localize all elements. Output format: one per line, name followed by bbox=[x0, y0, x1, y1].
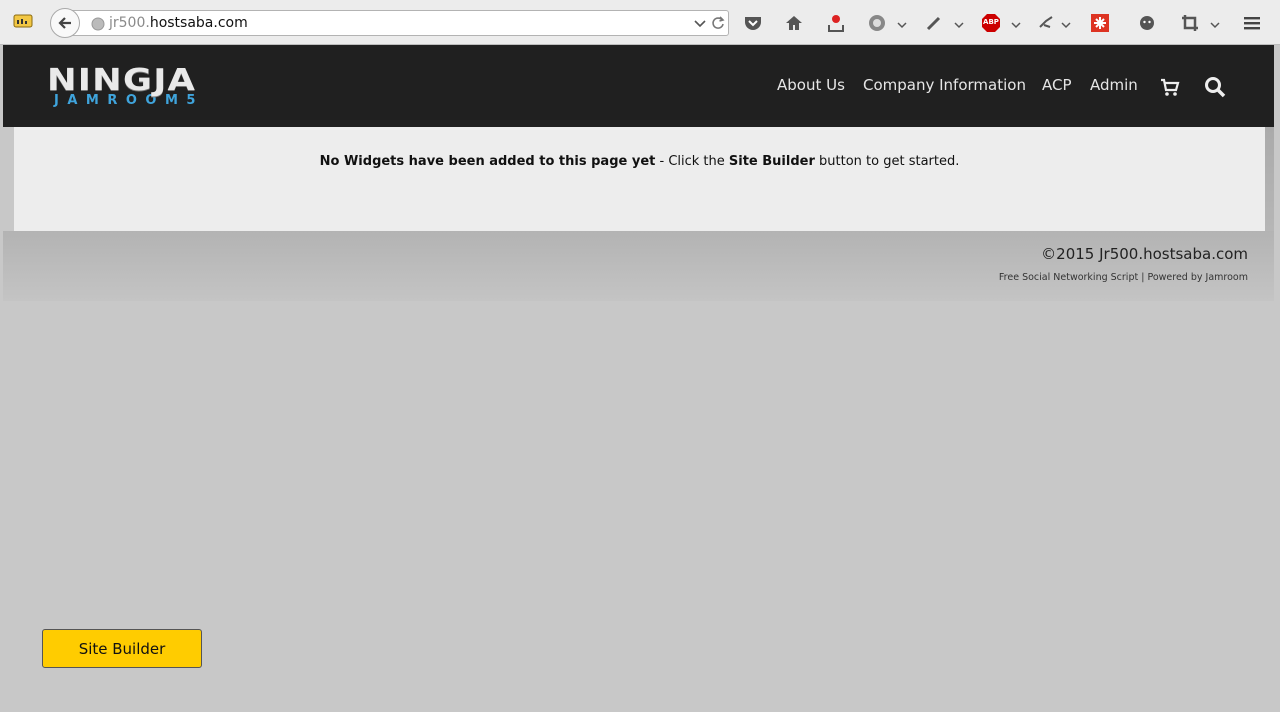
nav-admin[interactable]: Admin bbox=[1090, 76, 1138, 94]
footer-links: Free Social Networking Script | Powered … bbox=[999, 272, 1248, 283]
no-widgets-notice: No Widgets have been added to this page … bbox=[14, 154, 1265, 169]
footer-link-social[interactable]: Free Social Networking Script bbox=[999, 272, 1138, 283]
nav-company-information[interactable]: Company Information bbox=[863, 76, 1026, 94]
copyright-text: ©2015 Jr500.hostsaba.com bbox=[1041, 245, 1248, 263]
bug-icon[interactable] bbox=[1035, 12, 1057, 34]
site-builder-button[interactable]: Site Builder bbox=[42, 629, 202, 668]
chevron-down-icon[interactable] bbox=[1209, 16, 1221, 29]
cart-icon[interactable] bbox=[1158, 75, 1182, 99]
dropdown-icon[interactable] bbox=[693, 15, 707, 31]
pocket-icon[interactable] bbox=[742, 12, 764, 34]
home-icon[interactable] bbox=[783, 12, 805, 34]
adblock-icon[interactable]: ABP bbox=[980, 12, 1002, 34]
url-text[interactable]: jr500.hostsaba.com bbox=[109, 15, 248, 31]
crop-icon[interactable] bbox=[1179, 12, 1201, 34]
chevron-down-icon[interactable] bbox=[1010, 16, 1022, 29]
reload-icon[interactable] bbox=[710, 15, 726, 31]
url-subdomain: jr500. bbox=[109, 15, 150, 31]
addon-gear-icon[interactable] bbox=[866, 12, 888, 34]
notice-mid: - Click the bbox=[655, 154, 729, 169]
menu-icon[interactable] bbox=[1241, 12, 1263, 34]
url-bar[interactable]: jr500.hostsaba.com bbox=[64, 10, 729, 36]
page-icon[interactable] bbox=[12, 12, 34, 30]
content-area: No Widgets have been added to this page … bbox=[14, 127, 1265, 231]
url-domain: hostsaba.com bbox=[149, 15, 248, 31]
content-shadow bbox=[1265, 127, 1274, 231]
back-button[interactable] bbox=[50, 8, 80, 38]
nav-acp[interactable]: ACP bbox=[1042, 76, 1072, 94]
browser-toolbar: jr500.hostsaba.com ABP bbox=[0, 0, 1280, 45]
globe-icon bbox=[91, 16, 105, 31]
logo-top-text: NINGJA bbox=[47, 63, 197, 98]
notice-site-builder: Site Builder bbox=[728, 154, 815, 169]
notice-bold: No Widgets have been added to this page … bbox=[319, 154, 656, 169]
download-icon[interactable] bbox=[825, 12, 847, 34]
chevron-down-icon[interactable] bbox=[953, 16, 965, 29]
eyedropper-icon[interactable] bbox=[923, 12, 945, 34]
chat-icon[interactable] bbox=[1136, 12, 1158, 34]
lastpass-icon[interactable] bbox=[1089, 12, 1111, 34]
notice-end: button to get started. bbox=[814, 154, 960, 169]
back-icon bbox=[58, 17, 71, 29]
adblock-label: ABP bbox=[983, 18, 999, 26]
search-icon[interactable] bbox=[1203, 75, 1227, 99]
site-logo[interactable]: NINGJA JAMROOM5 bbox=[47, 66, 204, 108]
site-header: NINGJA JAMROOM5 About Us Company Informa… bbox=[3, 45, 1274, 127]
footer-link-powered[interactable]: Powered by Jamroom bbox=[1147, 272, 1248, 283]
footer: ©2015 Jr500.hostsaba.com Free Social Net… bbox=[3, 231, 1274, 301]
chevron-down-icon[interactable] bbox=[896, 16, 908, 29]
chevron-down-icon[interactable] bbox=[1060, 16, 1072, 29]
nav-about-us[interactable]: About Us bbox=[777, 76, 845, 94]
